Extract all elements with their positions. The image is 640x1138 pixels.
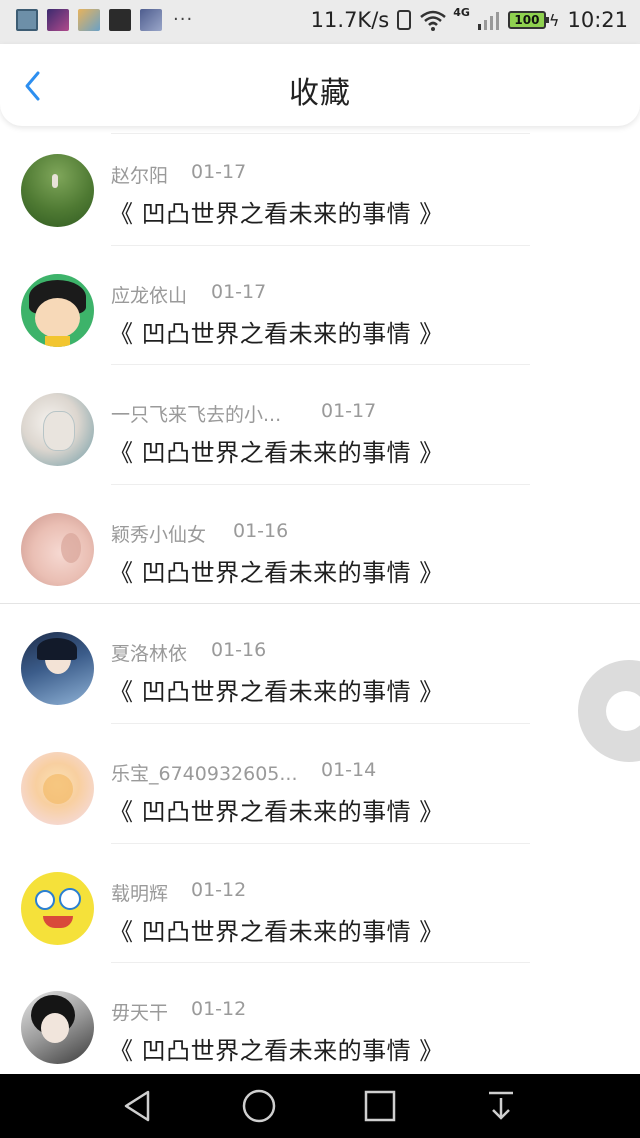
list-item[interactable]: 毋天干 01-12 《 凹凸世界之看未来的事情 》 — [0, 963, 640, 1083]
app-icon — [109, 9, 131, 31]
author-name: 乐宝_6740932605... — [111, 762, 298, 785]
post-date: 01-16 — [211, 639, 267, 662]
network-type: 4G — [453, 5, 470, 19]
avatar — [21, 991, 94, 1065]
author-name: 颖秀小仙女 — [111, 523, 207, 546]
post-date: 01-17 — [211, 280, 267, 303]
author-name: 夏洛林依 — [111, 643, 188, 666]
story-title: 《 凹凸世界之看未来的事情 》 — [109, 1037, 444, 1066]
avatar — [21, 751, 94, 825]
avatar — [21, 154, 94, 227]
nav-notification-pulldown-button[interactable] — [483, 1088, 519, 1124]
list-item[interactable]: 乐宝_6740932605... 01-14 《 凹凸世界之看未来的事情 》 — [0, 724, 640, 844]
avatar — [21, 632, 94, 706]
photo-icon — [78, 9, 100, 31]
avatar — [21, 512, 94, 586]
author-name: 应龙依山 — [111, 284, 188, 307]
list-item[interactable]: 一只飞来飞去的小... 01-17 《 凹凸世界之看未来的事情 》 — [0, 365, 640, 485]
more-notifications-icon: ··· — [173, 9, 194, 30]
clock: 10:21 — [567, 8, 628, 32]
page-title: 收藏 — [289, 76, 351, 111]
game-icon — [47, 9, 69, 31]
nav-recents-button[interactable] — [362, 1088, 398, 1124]
list-item[interactable]: 赵尔阳 01-17 《 凹凸世界之看未来的事情 》 — [0, 126, 640, 246]
favorites-list: 赵尔阳 01-17 《 凹凸世界之看未来的事情 》 应龙依山 01-17 《 凹… — [0, 126, 640, 1083]
story-title: 《 凹凸世界之看未来的事情 》 — [109, 200, 444, 228]
list-item[interactable]: 载明辉 01-12 《 凹凸世界之看未来的事情 》 — [0, 844, 640, 964]
signal-icon — [477, 10, 500, 30]
story-title: 《 凹凸世界之看未来的事情 》 — [109, 678, 444, 707]
list-item[interactable]: 应龙依山 01-17 《 凹凸世界之看未来的事情 》 — [0, 246, 640, 366]
navigation-bar — [0, 1074, 640, 1138]
pull-down-icon — [489, 1091, 513, 1120]
post-date: 01-17 — [191, 161, 247, 183]
author-name: 赵尔阳 — [111, 165, 169, 187]
notification-icons: ··· — [16, 9, 193, 31]
post-date: 01-12 — [191, 998, 247, 1021]
list-item[interactable]: 夏洛林依 01-16 《 凹凸世界之看未来的事情 》 — [0, 604, 640, 724]
author-name: 载明辉 — [111, 882, 169, 905]
author-name: 毋天干 — [111, 1002, 169, 1025]
network-speed: 11.7K/s — [310, 8, 390, 32]
story-title: 《 凹凸世界之看未来的事情 》 — [109, 558, 444, 587]
avatar — [21, 871, 94, 945]
avatar — [21, 273, 94, 347]
story-title: 《 凹凸世界之看未来的事情 》 — [109, 439, 444, 468]
charging-icon: ϟ — [548, 10, 560, 30]
vibrate-icon — [397, 10, 412, 30]
wifi-icon — [419, 9, 447, 31]
square-recents-icon — [364, 1090, 396, 1122]
header: 收藏 — [0, 44, 640, 126]
story-title: 《 凹凸世界之看未来的事情 》 — [109, 797, 444, 826]
status-bar: ··· 11.7K/s 4G 100 ϟ 10:21 — [0, 0, 640, 44]
favorites-screen: ··· 11.7K/s 4G 100 ϟ 10:21 收藏 赵尔阳 01-17 … — [0, 0, 640, 1138]
author-name: 一只飞来飞去的小... — [111, 404, 282, 427]
post-date: 01-16 — [233, 519, 289, 542]
news-icon — [140, 9, 162, 31]
avatar — [21, 393, 94, 467]
nav-home-button[interactable] — [241, 1088, 277, 1124]
battery-icon: 100 — [507, 11, 549, 29]
image-icon — [16, 9, 38, 31]
story-title: 《 凹凸世界之看未来的事情 》 — [109, 319, 444, 348]
nav-back-button[interactable] — [120, 1088, 156, 1124]
post-date: 01-14 — [321, 758, 377, 781]
post-date: 01-12 — [191, 878, 247, 901]
story-title: 《 凹凸世界之看未来的事情 》 — [109, 917, 444, 946]
list-item[interactable]: 颖秀小仙女 01-16 《 凹凸世界之看未来的事情 》 — [0, 485, 640, 605]
triangle-back-icon — [124, 1090, 150, 1122]
post-date: 01-17 — [321, 400, 377, 423]
circle-home-icon — [242, 1089, 276, 1123]
